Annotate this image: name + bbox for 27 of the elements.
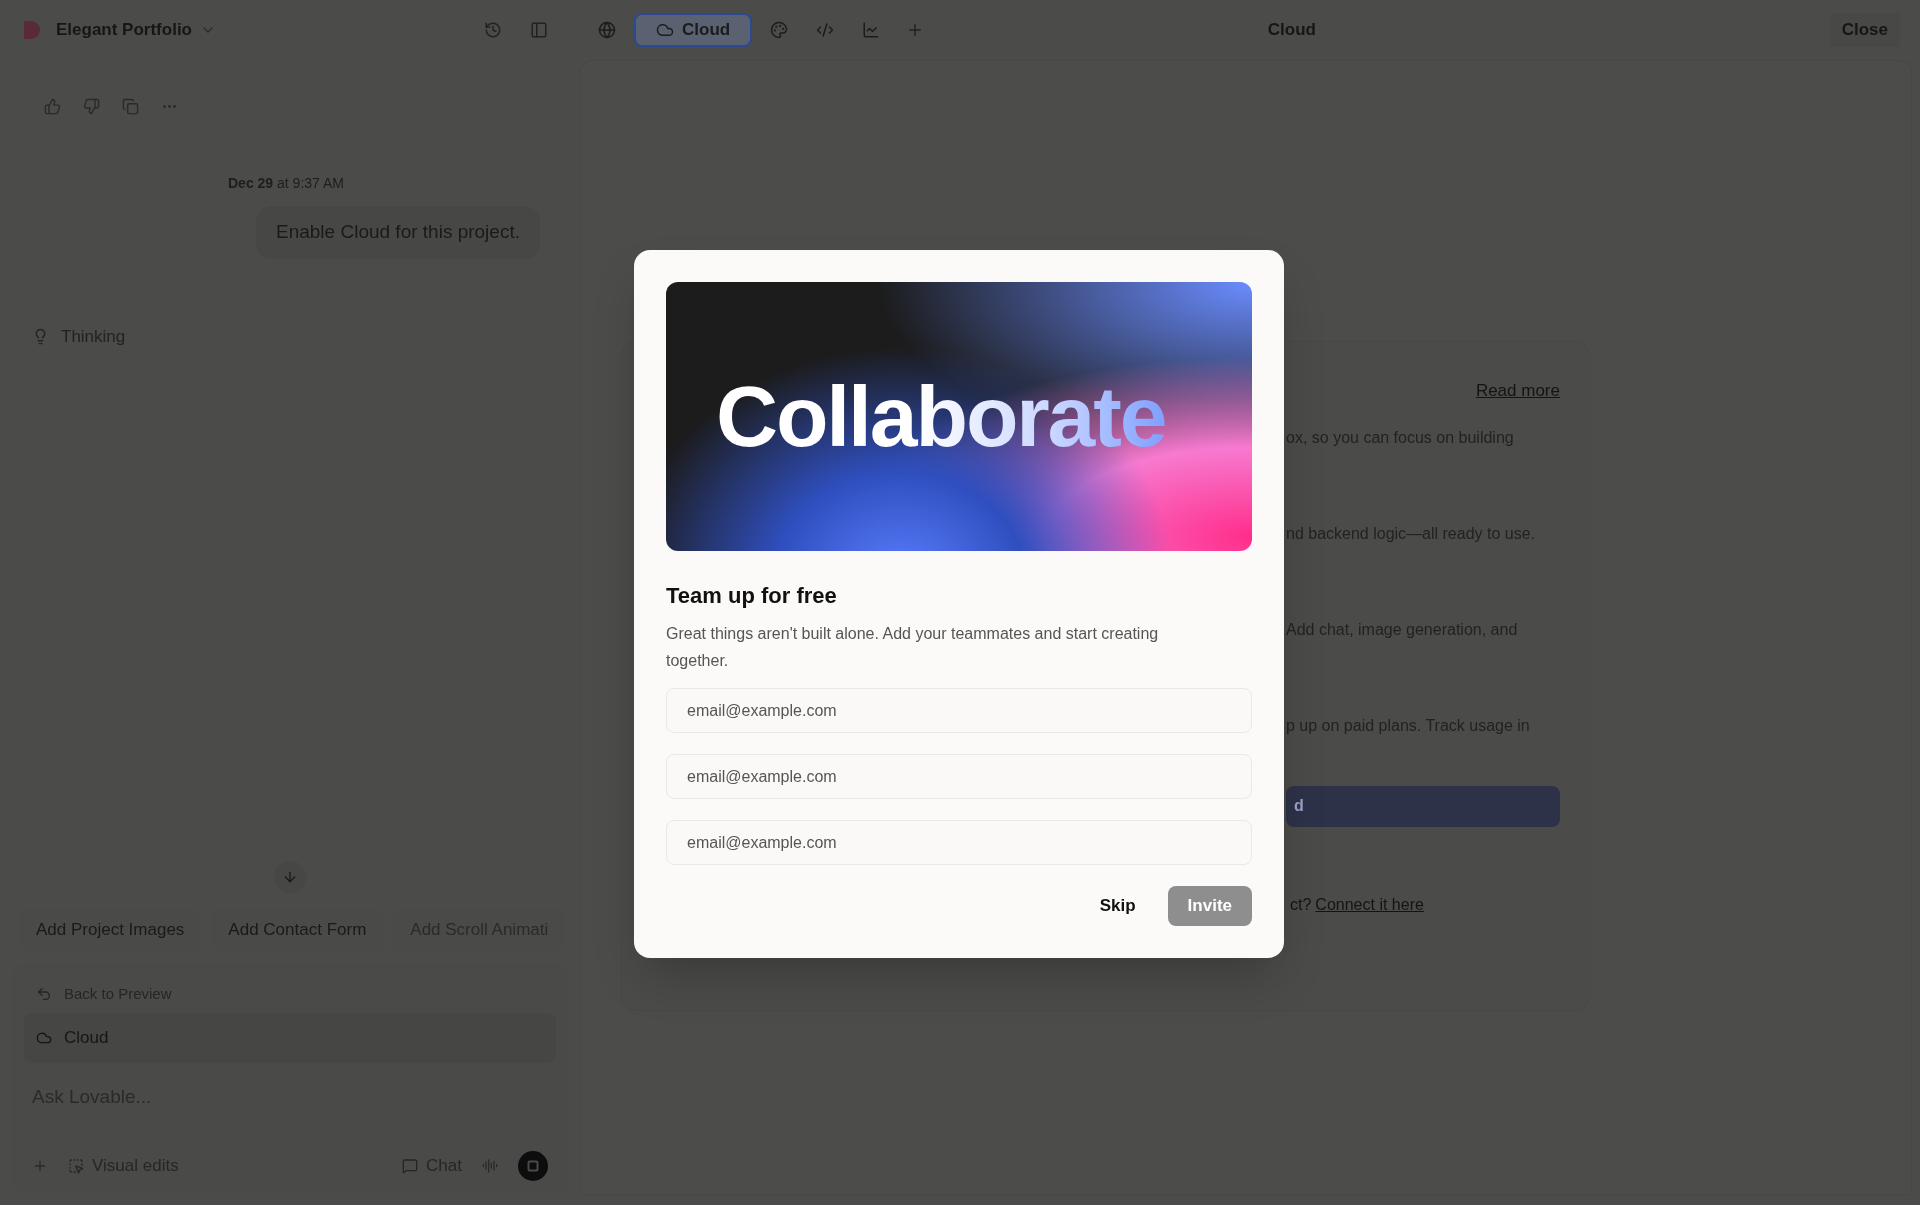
chart-icon <box>862 21 881 39</box>
add-icon[interactable] <box>32 1158 48 1174</box>
email-input[interactable]: email@example.com <box>666 754 1252 799</box>
dialog-description: Great things aren't built alone. Add your teammates and start creating together. <box>666 624 1160 671</box>
chat-bubble-icon <box>402 1158 419 1174</box>
view-tab[interactable]: Cloud <box>634 13 753 47</box>
stop-button[interactable] <box>518 1151 548 1181</box>
audio-icon[interactable] <box>482 1158 498 1174</box>
skip-button[interactable]: Skip <box>1099 893 1136 919</box>
cloud-icon <box>656 21 674 39</box>
dashed-pointer-icon <box>68 1158 84 1174</box>
palette-icon <box>770 21 789 39</box>
code-icon <box>816 21 835 39</box>
email-input[interactable]: email@example.com <box>666 820 1252 865</box>
sidebar-icon[interactable] <box>530 21 548 39</box>
thumbs-up-icon[interactable] <box>44 98 61 115</box>
stop-icon <box>527 1160 539 1172</box>
thumbs-down-icon[interactable] <box>83 98 100 115</box>
back-arrow-icon <box>36 985 52 1002</box>
globe-icon <box>598 21 616 39</box>
scroll-down-button[interactable] <box>274 861 306 893</box>
copy-icon[interactable] <box>122 98 139 115</box>
email-input[interactable]: email@example.com <box>666 688 1252 733</box>
enable-button[interactable]: d <box>1286 785 1560 827</box>
history-icon[interactable] <box>484 21 502 39</box>
dialog-title: Team up for free <box>666 582 838 610</box>
collaborate-banner: Collaborate <box>666 282 1252 551</box>
